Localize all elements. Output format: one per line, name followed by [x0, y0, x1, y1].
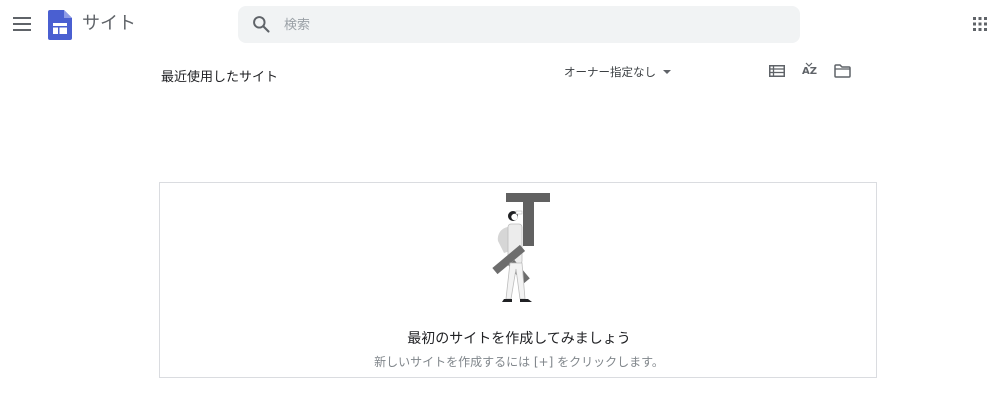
- sort-az-label: AZ: [802, 66, 817, 77]
- search-bar[interactable]: [238, 6, 800, 43]
- section-title: 最近使用したサイト: [161, 70, 279, 85]
- empty-state-panel: 最初のサイトを作成してみましょう 新しいサイトを作成するには [+] をクリック…: [159, 182, 877, 378]
- apps-grid-icon: [973, 17, 987, 31]
- menu-icon: [13, 17, 31, 31]
- sites-home: サイト 最近使用したサイト オーナー指定なし: [0, 0, 1000, 408]
- list-view-button[interactable]: [765, 60, 789, 82]
- empty-state-heading: 最初のサイトを作成してみましょう: [407, 331, 631, 347]
- owner-filter-label: オーナー指定なし: [564, 65, 656, 79]
- app-title: サイト: [82, 13, 136, 34]
- person-carrying-t-illustration: [492, 193, 550, 302]
- sites-logo-icon[interactable]: [48, 10, 72, 40]
- google-apps-button[interactable]: [968, 12, 992, 36]
- file-picker-button[interactable]: [830, 60, 854, 82]
- search-input[interactable]: [282, 12, 786, 39]
- empty-state-subtext: 新しいサイトを作成するには [+] をクリックします。: [374, 355, 664, 369]
- main-menu-button[interactable]: [6, 8, 38, 40]
- owner-filter-dropdown[interactable]: オーナー指定なし: [564, 63, 672, 81]
- search-icon[interactable]: [251, 14, 272, 35]
- folder-icon: [833, 64, 851, 78]
- dropdown-caret-icon: [663, 70, 671, 74]
- list-view-icon: [769, 65, 785, 77]
